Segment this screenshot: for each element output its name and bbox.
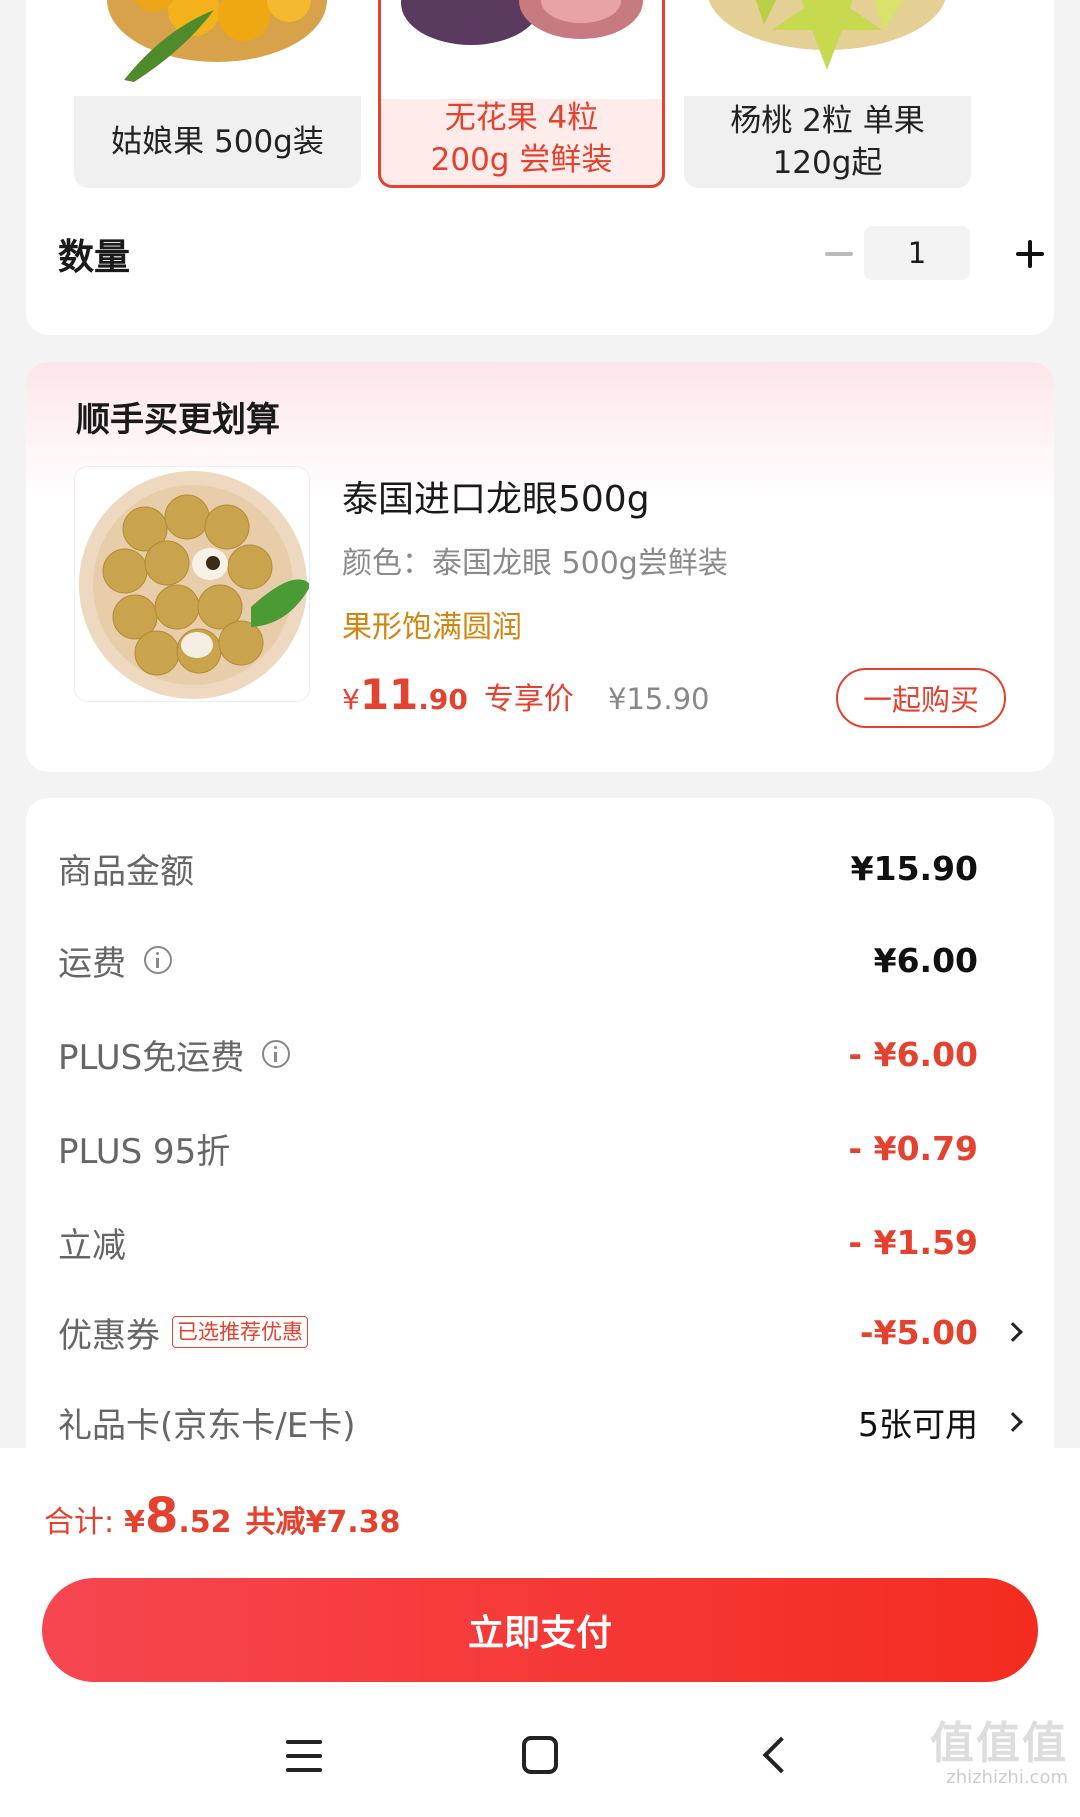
- watermark-logo: 值值值 zhizhizhi.com: [930, 1722, 1068, 1790]
- coupon-row[interactable]: 优惠券 已选推荐优惠 -¥5.00: [58, 1302, 1023, 1362]
- addon-section-title: 顺手买更划算: [76, 400, 280, 440]
- quantity-label: 数量: [58, 237, 131, 278]
- addon-product-tag: 果形饱满圆润: [342, 610, 522, 645]
- sku-option-goldenberry[interactable]: 姑娘果 500g装: [74, 0, 361, 188]
- goods-amount-value: ¥15.90: [850, 848, 978, 888]
- gift-card-row[interactable]: 礼品卡(京东卡/E卡) 5张可用: [58, 1392, 1023, 1452]
- order-summary-card: 商品金额 ¥15.90 运费 ¥6.00 PLUS免运费 - ¥6.00 PLU…: [26, 798, 1054, 1498]
- system-nav-bar: 值值值 zhizhizhi.com: [0, 1700, 1080, 1817]
- sku-option-fig[interactable]: 无花果 4粒 200g 尝鲜装: [378, 0, 665, 188]
- goods-amount-label: 商品金额: [58, 851, 194, 892]
- sku-label-fig: 无花果 4粒 200g 尝鲜装: [430, 100, 613, 178]
- recent-apps-icon[interactable]: [286, 1738, 322, 1774]
- sku-image-goldenberry: [74, 0, 361, 96]
- addon-price-note: 专享价: [483, 682, 574, 717]
- plus-free-shipping-row: PLUS免运费 - ¥6.00: [58, 1024, 1022, 1084]
- total-symbol: ¥: [124, 1505, 145, 1540]
- shipping-row: 运费 ¥6.00: [58, 930, 1022, 990]
- addon-product-spec: 颜色：泰国龙眼 500g尝鲜装: [342, 546, 728, 581]
- gift-card-value: 5张可用: [858, 1405, 978, 1444]
- order-total: 合计: ¥ 8 .52 共减¥7.38: [44, 1488, 400, 1544]
- instant-discount-row: 立减 - ¥1.59: [58, 1212, 1022, 1272]
- plus-discount-value: - ¥0.79: [848, 1128, 978, 1168]
- quantity-input[interactable]: 1: [864, 226, 970, 280]
- addon-product-image[interactable]: [74, 466, 310, 702]
- gift-card-label: 礼品卡(京东卡/E卡): [58, 1405, 356, 1446]
- info-icon[interactable]: [144, 946, 172, 974]
- plus-discount-label: PLUS 95折: [58, 1131, 231, 1172]
- chevron-right-icon[interactable]: [1003, 1412, 1023, 1432]
- back-icon[interactable]: [762, 1736, 800, 1774]
- instant-discount-value: - ¥1.59: [848, 1222, 978, 1262]
- addon-product-name[interactable]: 泰国进口龙眼500g: [342, 470, 650, 522]
- addon-price-int: 11: [359, 670, 419, 719]
- addon-price-dec: .90: [418, 683, 468, 716]
- coupon-value: -¥5.00: [859, 1312, 978, 1352]
- sku-option-starfruit[interactable]: 杨桃 2粒 单果 120g起: [684, 0, 971, 188]
- plus-free-shipping-value: - ¥6.00: [848, 1034, 978, 1074]
- shipping-label: 运费: [58, 943, 126, 984]
- sku-image-fig: [381, 0, 662, 99]
- chevron-right-icon[interactable]: [1003, 1322, 1023, 1342]
- plus-discount-row: PLUS 95折 - ¥0.79: [58, 1118, 1022, 1178]
- total-label: 合计:: [44, 1505, 115, 1540]
- goods-amount-row: 商品金额 ¥15.90: [58, 838, 1022, 898]
- total-dec: .52: [178, 1505, 232, 1540]
- total-int: 8: [144, 1488, 179, 1544]
- coupon-badge: 已选推荐优惠: [172, 1316, 308, 1348]
- total-saved: 共减¥7.38: [245, 1505, 401, 1540]
- sku-label-starfruit: 杨桃 2粒 单果 120g起: [730, 103, 925, 181]
- info-icon[interactable]: [262, 1040, 291, 1068]
- sku-label-goldenberry: 姑娘果 500g装: [111, 124, 324, 160]
- watermark-url: zhizhizhi.com: [946, 1767, 1068, 1788]
- total-bar: 合计: ¥ 8 .52 共减¥7.38: [0, 1448, 1080, 1560]
- quantity-decrease-button[interactable]: [814, 229, 864, 279]
- variant-card: 姑娘果 500g装 无花果 4粒 200g 尝鲜装 杨桃 2粒 单果 120g起…: [26, 0, 1054, 335]
- sku-image-starfruit: [684, 0, 971, 96]
- shipping-value: ¥6.00: [873, 940, 978, 980]
- plus-free-shipping-label: PLUS免运费: [58, 1037, 245, 1078]
- instant-discount-label: 立减: [58, 1225, 126, 1266]
- buy-together-button[interactable]: 一起购买: [836, 668, 1006, 728]
- pay-now-button[interactable]: 立即支付: [42, 1578, 1038, 1682]
- watermark-main: 值值值: [930, 1718, 1068, 1769]
- addon-price: ¥ 11 .90 专享价: [342, 670, 574, 719]
- addon-original-price: ¥15.90: [608, 682, 710, 716]
- addon-price-symbol: ¥: [342, 683, 360, 716]
- addon-card: 顺手买更划算 泰国进口龙眼500g 颜色：泰国龙眼 500g尝鲜装 果形饱满圆润…: [26, 362, 1054, 772]
- home-icon[interactable]: [522, 1736, 558, 1774]
- quantity-increase-button[interactable]: [1004, 227, 1054, 281]
- coupon-label: 优惠券: [58, 1315, 160, 1356]
